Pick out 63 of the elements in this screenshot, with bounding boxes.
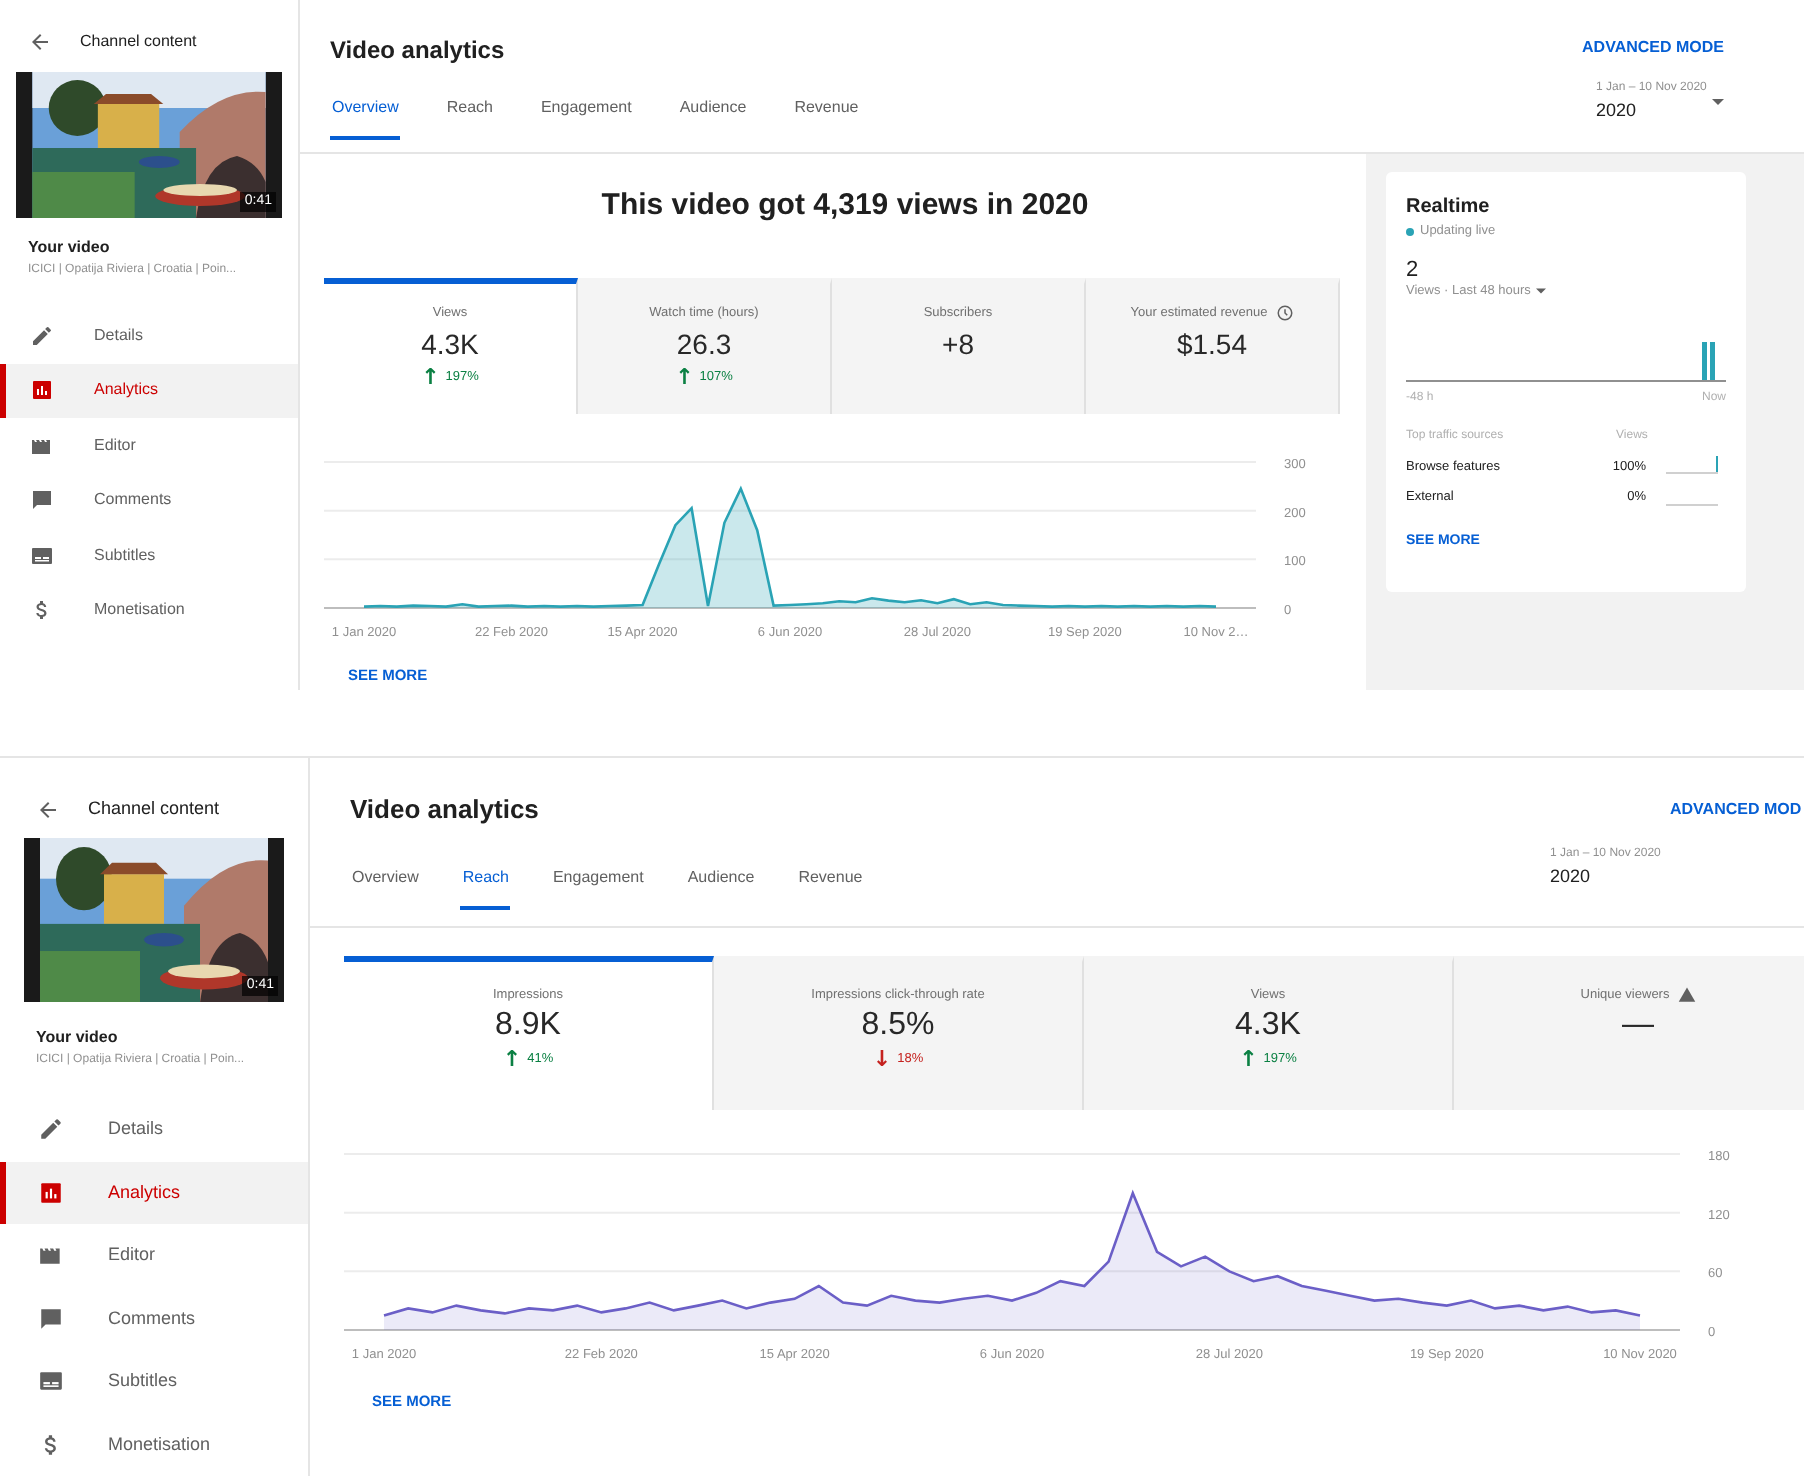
metric-value: 4.3K [421, 325, 479, 364]
metric-value: 8.9K [495, 1005, 561, 1046]
pencil-icon [30, 323, 54, 348]
arrow-icon: ↑ [421, 368, 440, 387]
subtitles-icon [30, 543, 54, 568]
arrow-icon: ↓ [872, 1050, 892, 1069]
tab[interactable]: Reach [444, 96, 495, 140]
metric-value: 4.3K [1235, 1005, 1301, 1046]
tab[interactable]: Reach [460, 865, 511, 909]
sidebar-item[interactable]: Details [0, 1098, 308, 1161]
back-label[interactable]: Channel content [88, 796, 220, 823]
comment-icon [30, 488, 54, 513]
tab[interactable]: Overview [350, 865, 421, 909]
tab[interactable]: Revenue [792, 96, 861, 140]
realtime-count: 2 [1406, 257, 1421, 282]
arrow-icon: ↑ [502, 1050, 522, 1069]
tab[interactable]: Overview [330, 96, 401, 140]
back-arrow-icon[interactable] [36, 797, 60, 822]
sidebar-item[interactable]: Editor [0, 1224, 308, 1287]
tab[interactable]: Audience [685, 865, 757, 909]
arrow-icon: ↑ [1239, 1050, 1258, 1069]
metric-value: — [1622, 1005, 1654, 1046]
chart-icon [30, 378, 54, 403]
page-title: Video analytics [350, 792, 541, 828]
pencil-icon [38, 1116, 64, 1143]
sidebar-item[interactable]: Analytics [0, 363, 298, 418]
tab[interactable]: Engagement [550, 865, 646, 909]
live-dot-icon [1406, 227, 1414, 236]
video-label: Your video [28, 236, 112, 260]
clock-icon[interactable] [1275, 304, 1294, 323]
sidebar-item[interactable]: Comments [0, 473, 298, 528]
advanced-mode-link[interactable]: ADVANCED MOD [1544, 798, 1802, 822]
arrow-icon: ↑ [675, 368, 694, 387]
realtime-title: Realtime [1406, 194, 1492, 222]
dropdown-caret-icon [1712, 98, 1724, 107]
tab[interactable]: Revenue [796, 865, 865, 909]
headline: This video got 4,319 views in 2020 [599, 186, 1091, 226]
metric-value: $1.54 [1176, 325, 1248, 364]
video-label: Your video [36, 1026, 120, 1050]
sidebar-item[interactable]: Editor [0, 418, 298, 473]
share-bar [1666, 458, 1718, 475]
sidebar-item[interactable]: Comments [0, 1287, 308, 1350]
sidebar-item[interactable]: Details [0, 308, 298, 363]
sidebar-item[interactable]: Monetisation [0, 1413, 308, 1476]
sidebar-item[interactable]: Monetisation [0, 583, 298, 638]
comment-icon [38, 1305, 64, 1332]
chart-icon [38, 1179, 64, 1206]
sidebar-item[interactable]: Analytics [0, 1161, 308, 1224]
metric-value: +8 [942, 325, 974, 364]
realtime-bars-drawing [1702, 341, 1716, 379]
tab[interactable]: Audience [677, 96, 749, 140]
sidebar-item[interactable]: Subtitles [0, 1350, 308, 1413]
back-label[interactable]: Channel content [80, 30, 197, 54]
tab[interactable]: Engagement [538, 96, 634, 140]
sidebar-item[interactable]: Subtitles [0, 528, 298, 583]
back-arrow-icon[interactable] [28, 30, 52, 54]
dropdown-caret-icon [1536, 288, 1547, 295]
metric-value: 26.3 [676, 325, 732, 364]
metric-value: 8.5% [861, 1005, 935, 1046]
page-title: Video analytics [330, 34, 507, 68]
subtitles-icon [38, 1368, 64, 1395]
warning-icon[interactable] [1677, 986, 1696, 1005]
advanced-mode-link[interactable]: ADVANCED MODE [1582, 36, 1804, 60]
